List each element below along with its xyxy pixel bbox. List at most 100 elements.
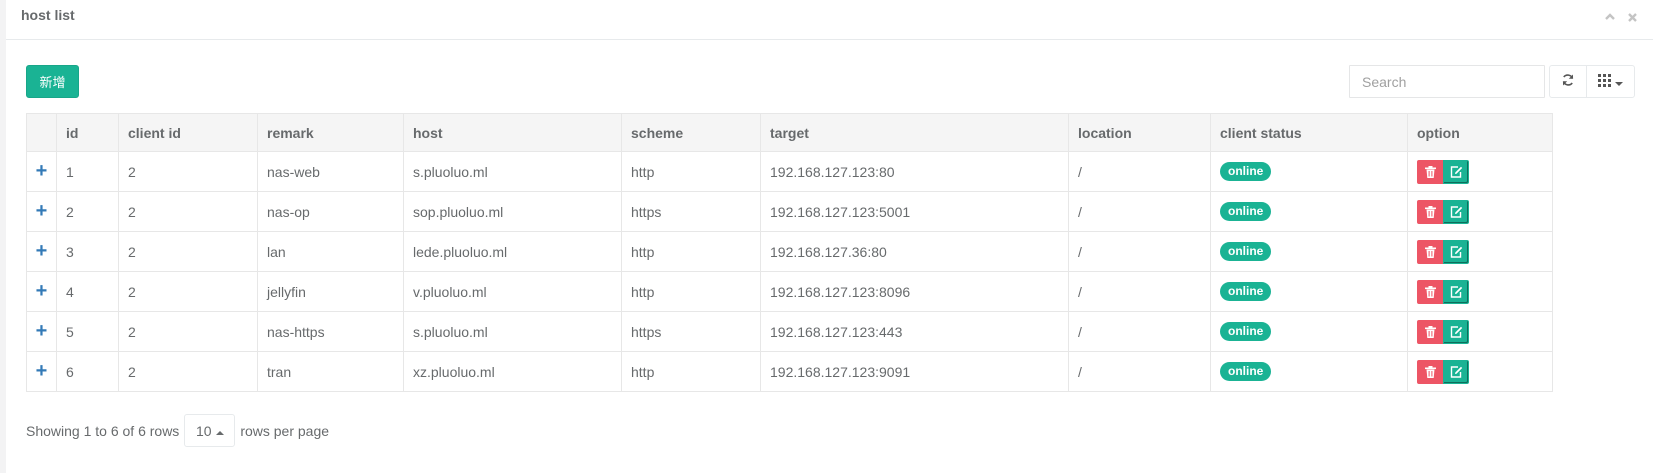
cell-id: 3 (56, 231, 119, 272)
cell-client-id: 2 (118, 231, 258, 272)
expand-cell: + (26, 311, 57, 352)
refresh-icon (1561, 73, 1575, 90)
edit-button[interactable] (1443, 319, 1469, 344)
expand-column-header (26, 113, 57, 152)
cell-option (1407, 311, 1553, 352)
cell-remark: nas-op (257, 191, 404, 232)
cell-client-status: online (1210, 191, 1408, 232)
plus-icon[interactable]: + (35, 361, 49, 381)
close-icon[interactable] (1625, 10, 1639, 24)
column-header-scheme[interactable]: scheme (621, 113, 761, 152)
trash-icon (1424, 285, 1436, 298)
expand-cell: + (26, 151, 57, 192)
column-header-location[interactable]: location (1068, 113, 1211, 152)
column-header-host[interactable]: host (403, 113, 622, 152)
pagination: Showing 1 to 6 of 6 rows 10 rows per pag… (26, 414, 329, 447)
cell-host: s.pluoluo.ml (403, 311, 622, 352)
cell-scheme: http (621, 271, 761, 312)
column-header-id[interactable]: id (56, 113, 119, 152)
table-row: +5 2 nas-https s.pluoluo.ml https 192.168.127… (26, 311, 1553, 352)
add-button[interactable]: 新增 (26, 65, 79, 98)
column-header-target[interactable]: target (760, 113, 1069, 152)
cell-client-id: 2 (118, 311, 258, 352)
edit-button[interactable] (1443, 199, 1469, 224)
delete-button[interactable] (1417, 159, 1443, 184)
trash-icon (1424, 365, 1436, 378)
cell-target: 192.168.127.123:443 (760, 311, 1069, 352)
cell-target: 192.168.127.123:80 (760, 151, 1069, 192)
cell-scheme: http (621, 151, 761, 192)
column-header-client-status[interactable]: client status (1210, 113, 1408, 152)
trash-icon (1424, 205, 1436, 218)
edit-button[interactable] (1443, 279, 1469, 304)
cell-location: / (1068, 311, 1211, 352)
pagination-info: Showing 1 to 6 of 6 rows (26, 422, 180, 439)
status-badge: online (1220, 162, 1272, 181)
page-size-value: 10 (196, 422, 212, 439)
table-header-row: id client id remark host scheme target l… (26, 113, 1553, 152)
cell-client-status: online (1210, 351, 1408, 392)
page-size-select[interactable]: 10 (184, 414, 236, 447)
table-row: +2 2 nas-op sop.pluoluo.ml https 192.168.127.… (26, 191, 1553, 232)
cell-scheme: http (621, 351, 761, 392)
delete-button[interactable] (1417, 279, 1443, 304)
delete-button[interactable] (1417, 239, 1443, 264)
expand-cell: + (26, 191, 57, 232)
status-badge: online (1220, 202, 1272, 221)
row-actions (1417, 199, 1469, 224)
cell-client-status: online (1210, 271, 1408, 312)
plus-icon[interactable]: + (35, 321, 49, 341)
table-row: +6 2 tran xz.pluoluo.ml http 192.168.127.123:… (26, 351, 1553, 392)
refresh-button[interactable] (1549, 65, 1587, 98)
row-actions (1417, 159, 1469, 184)
plus-icon[interactable]: + (35, 241, 49, 261)
caret-down-icon (1615, 74, 1623, 90)
cell-client-status: online (1210, 231, 1408, 272)
cell-remark: jellyfin (257, 271, 404, 312)
table-row: +1 2 nas-web s.pluoluo.ml http 192.168.127.12… (26, 151, 1553, 192)
cell-client-id: 2 (118, 271, 258, 312)
edit-icon (1450, 245, 1463, 258)
edit-icon (1450, 165, 1463, 178)
edit-button[interactable] (1443, 239, 1469, 264)
cell-remark: nas-web (257, 151, 404, 192)
cell-client-status: online (1210, 311, 1408, 352)
panel-title: host list (21, 7, 75, 23)
cell-id: 1 (56, 151, 119, 192)
cell-id: 4 (56, 271, 119, 312)
status-badge: online (1220, 242, 1272, 261)
row-actions (1417, 279, 1469, 304)
host-table: id client id remark host scheme target l… (26, 113, 1553, 392)
table-row: +3 2 lan lede.pluoluo.ml http 192.168.127.36:… (26, 231, 1553, 272)
delete-button[interactable] (1417, 199, 1443, 224)
edit-icon (1450, 285, 1463, 298)
delete-button[interactable] (1417, 319, 1443, 344)
cell-client-id: 2 (118, 351, 258, 392)
cell-location: / (1068, 151, 1211, 192)
edit-icon (1450, 365, 1463, 378)
columns-toggle-button[interactable] (1586, 65, 1635, 98)
cell-remark: nas-https (257, 311, 404, 352)
cell-client-id: 2 (118, 151, 258, 192)
search-input[interactable] (1349, 65, 1545, 98)
edit-button[interactable] (1443, 359, 1469, 384)
edit-icon (1450, 325, 1463, 338)
table-row: +4 2 jellyfin v.pluoluo.ml http 192.168.127.1… (26, 271, 1553, 312)
host-list-panel: host list 新增 Search id client id remark … (6, 0, 1653, 473)
plus-icon[interactable]: + (35, 201, 49, 221)
cell-scheme: https (621, 191, 761, 232)
expand-cell: + (26, 231, 57, 272)
edit-button[interactable] (1443, 159, 1469, 184)
chevron-up-icon[interactable] (1603, 10, 1617, 24)
plus-icon[interactable]: + (35, 161, 49, 181)
cell-option (1407, 351, 1553, 392)
cell-host: lede.pluoluo.ml (403, 231, 622, 272)
delete-button[interactable] (1417, 359, 1443, 384)
cell-host: xz.pluoluo.ml (403, 351, 622, 392)
cell-client-id: 2 (118, 191, 258, 232)
column-header-client-id[interactable]: client id (118, 113, 258, 152)
plus-icon[interactable]: + (35, 281, 49, 301)
cell-client-status: online (1210, 151, 1408, 192)
column-header-remark[interactable]: remark (257, 113, 404, 152)
cell-scheme: http (621, 231, 761, 272)
